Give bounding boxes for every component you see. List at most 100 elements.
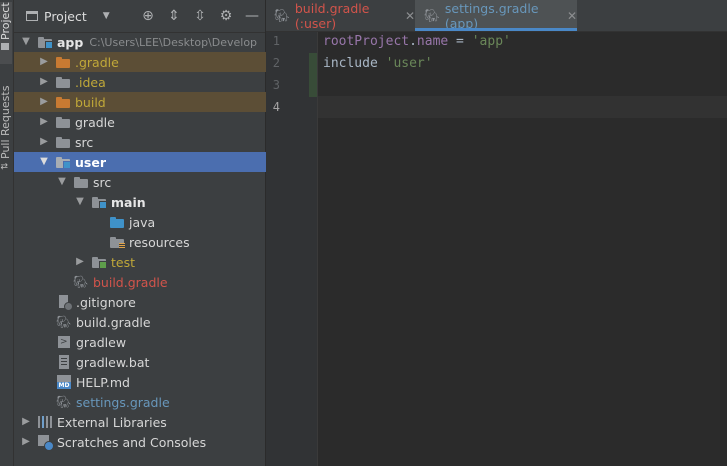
tree-item-gradle[interactable]: ▶ gradle bbox=[14, 112, 289, 132]
markdown-file-icon: MD bbox=[56, 374, 72, 390]
code-string: 'app' bbox=[471, 34, 511, 49]
expand-all-icon[interactable]: ⇕ bbox=[161, 0, 187, 32]
line-number: 1 bbox=[272, 34, 280, 48]
collapse-all-icon[interactable]: ⇳ bbox=[187, 0, 213, 32]
tree-item-help-md[interactable]: MD HELP.md bbox=[14, 372, 307, 392]
tree-item-label: External Libraries bbox=[57, 414, 167, 430]
tree-item-label: java bbox=[129, 214, 156, 230]
tree-item-label: gradle bbox=[75, 114, 115, 130]
code-dot: . bbox=[409, 34, 417, 49]
close-icon[interactable]: ✕ bbox=[567, 9, 577, 23]
tree-item-label: .gradle bbox=[75, 54, 119, 70]
chevron-right-icon[interactable]: ▶ bbox=[38, 56, 50, 68]
tree-item-gradle-hidden[interactable]: ▶ .gradle bbox=[14, 52, 289, 72]
tree-item-external-libraries[interactable]: ▶ External Libraries bbox=[14, 412, 271, 432]
code-string: 'user' bbox=[385, 56, 433, 71]
tab-settings-gradle-app[interactable]: 🐘︎ settings.gradle (app) ✕ bbox=[415, 0, 577, 31]
tree-item-label: .gitignore bbox=[76, 294, 136, 310]
gear-icon[interactable]: ⚙ bbox=[213, 0, 239, 32]
chevron-right-icon[interactable]: ▶ bbox=[38, 76, 50, 88]
project-view-icon bbox=[26, 11, 38, 21]
tree-item-scratches[interactable]: ▶ Scratches and Consoles bbox=[14, 432, 271, 452]
code-operator: = bbox=[448, 34, 472, 49]
line-number: 2 bbox=[272, 56, 280, 70]
shell-script-icon: > bbox=[56, 334, 72, 350]
tree-item-label: user bbox=[75, 154, 106, 170]
tree-item-gitignore[interactable]: .gitignore bbox=[14, 292, 307, 312]
chevron-right-icon[interactable]: ▶ bbox=[38, 116, 50, 128]
line-number: 4 bbox=[272, 100, 280, 114]
chevron-down-icon[interactable]: ▼ bbox=[20, 36, 32, 48]
module-folder-icon bbox=[37, 34, 53, 50]
pull-request-icon: ⇅ bbox=[0, 162, 11, 170]
tree-item-user-src[interactable]: ▼ src bbox=[14, 172, 307, 192]
scratches-icon bbox=[37, 434, 54, 451]
gradle-elephant-icon: 🐘︎ bbox=[73, 275, 89, 289]
folder-icon bbox=[55, 54, 71, 70]
source-root-folder-icon bbox=[109, 214, 125, 230]
dropdown-icon: ▼ bbox=[102, 11, 110, 21]
tree-item-label: test bbox=[111, 254, 136, 270]
chevron-down-icon[interactable]: ▼ bbox=[74, 196, 86, 208]
tree-item-user[interactable]: ▼ user bbox=[14, 152, 289, 172]
tree-item-build-gradle[interactable]: 🐘︎ build.gradle bbox=[14, 312, 307, 332]
test-folder-icon bbox=[91, 254, 107, 270]
tree-item-src[interactable]: ▶ src bbox=[14, 132, 289, 152]
project-panel: Project ▼ ⊕ ⇕ ⇳ ⚙ — ▼ app C:\Users\LEE\D… bbox=[14, 0, 289, 466]
tree-item-label: main bbox=[111, 194, 146, 210]
tree-item-label: app bbox=[57, 34, 84, 50]
project-tool-tab[interactable]: Project bbox=[0, 2, 12, 64]
chevron-right-icon[interactable]: ▶ bbox=[20, 416, 32, 428]
tree-item-label: Scratches and Consoles bbox=[57, 434, 207, 450]
tree-item-label: build bbox=[75, 94, 106, 110]
pull-requests-tool-tab[interactable]: ⇅ Pull Requests bbox=[0, 86, 12, 170]
library-icon bbox=[37, 414, 53, 430]
tree-item-label: gradlew bbox=[76, 334, 127, 350]
chevron-right-icon[interactable]: ▶ bbox=[38, 96, 50, 108]
tree-item-gradlew[interactable]: > gradlew bbox=[14, 332, 307, 352]
locate-file-icon[interactable]: ⊕ bbox=[135, 0, 161, 32]
tree-item-label: HELP.md bbox=[76, 374, 130, 390]
project-panel-header: Project ▼ ⊕ ⇕ ⇳ ⚙ — bbox=[14, 0, 265, 33]
chevron-right-icon[interactable]: ▶ bbox=[38, 136, 50, 148]
gradle-elephant-icon: 🐘︎ bbox=[424, 7, 440, 23]
batch-file-icon bbox=[56, 354, 72, 370]
code-line-1: rootProject.name = 'app' bbox=[323, 34, 511, 49]
tree-item-label: settings.gradle bbox=[76, 394, 170, 410]
tree-item-idea[interactable]: ▶ .idea bbox=[14, 72, 289, 92]
project-path: C:\Users\LEE\Desktop\Develop bbox=[89, 35, 258, 49]
tree-item-build[interactable]: ▶ build bbox=[14, 92, 289, 112]
tab-label: build.gradle (:user) bbox=[294, 0, 370, 31]
project-panel-title: Project bbox=[44, 8, 87, 24]
tree-item-gradlew-bat[interactable]: gradlew.bat bbox=[14, 352, 307, 372]
gradle-elephant-icon: 🐘︎ bbox=[56, 315, 72, 329]
folder-icon bbox=[55, 134, 71, 150]
tree-item-settings-gradle[interactable]: 🐘︎ settings.gradle bbox=[14, 392, 307, 412]
close-icon[interactable]: ✕ bbox=[405, 9, 415, 23]
tab-build-gradle-user[interactable]: 🐘︎ build.gradle (:user) ✕ bbox=[266, 0, 415, 31]
project-view-selector[interactable]: Project ▼ bbox=[26, 9, 110, 24]
chevron-down-icon[interactable]: ▼ bbox=[56, 176, 68, 188]
folder-icon bbox=[73, 174, 89, 190]
hide-icon[interactable]: — bbox=[239, 0, 265, 32]
tree-item-app[interactable]: ▼ app C:\Users\LEE\Desktop\Develop bbox=[14, 32, 271, 52]
chevron-right-icon[interactable]: ▶ bbox=[20, 436, 32, 448]
ignore-file-icon bbox=[56, 294, 73, 311]
chevron-down-icon[interactable]: ▼ bbox=[38, 156, 50, 168]
code-editor[interactable]: rootProject.name = 'app' include 'user' bbox=[318, 32, 727, 466]
tree-item-label: src bbox=[93, 174, 112, 190]
tool-window-strip: Project ⇅ Pull Requests bbox=[0, 0, 14, 466]
tab-label: settings.gradle (app) bbox=[444, 0, 539, 31]
current-line-highlight bbox=[318, 96, 727, 118]
tree-item-label: build.gradle bbox=[76, 314, 151, 330]
code-property: name bbox=[416, 34, 449, 49]
folder-icon bbox=[55, 74, 71, 90]
vcs-change-marker bbox=[309, 53, 317, 97]
code-keyword: include bbox=[323, 56, 386, 71]
gradle-elephant-icon: 🐘︎ bbox=[56, 395, 72, 409]
folder-icon bbox=[55, 94, 71, 110]
tree-item-label: .idea bbox=[75, 74, 106, 90]
resources-folder-icon bbox=[109, 234, 125, 250]
tree-item-label: src bbox=[75, 134, 94, 150]
chevron-right-icon[interactable]: ▶ bbox=[74, 256, 86, 268]
